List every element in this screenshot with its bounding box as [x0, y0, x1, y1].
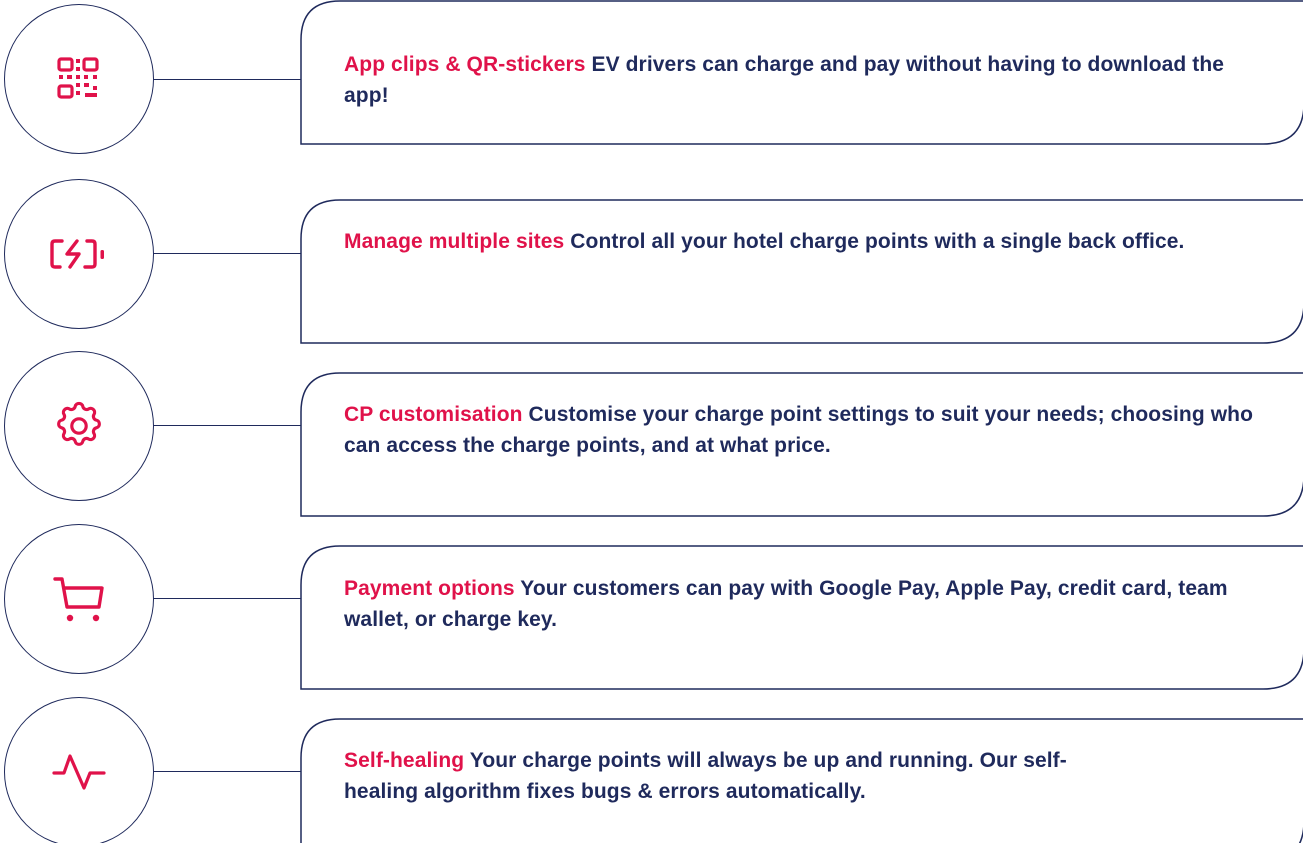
feature-icon-circle [4, 179, 154, 329]
feature-title: Self-healing [344, 749, 465, 772]
feature-title: App clips & QR-stickers [344, 53, 586, 76]
feature-icon-circle [4, 4, 154, 154]
battery-charging-icon [49, 234, 109, 274]
feature-title: CP customisation [344, 403, 523, 426]
feature-description: Control all your hotel charge points wit… [570, 230, 1185, 253]
feature-title: Payment options [344, 577, 515, 600]
feature-item-self-healing: Self-healing Your charge points will alw… [0, 691, 1303, 843]
connector-line [153, 79, 301, 80]
connector-line [153, 598, 301, 599]
feature-text: Manage multiple sites Control all your h… [344, 226, 1264, 257]
feature-text: CP customisation Customise your charge p… [344, 399, 1264, 461]
feature-icon-circle [4, 524, 154, 674]
connector-line [153, 253, 301, 254]
feature-card [300, 199, 1303, 344]
feature-item-payment-options: Payment options Your customers can pay w… [0, 518, 1303, 690]
features-page: App clips & QR-stickers EV drivers can c… [0, 0, 1303, 843]
feature-text: Payment options Your customers can pay w… [344, 573, 1264, 635]
feature-icon-circle [4, 697, 154, 843]
feature-text: App clips & QR-stickers EV drivers can c… [344, 49, 1264, 111]
connector-line [153, 425, 301, 426]
feature-item-manage-sites: Manage multiple sites Control all your h… [0, 173, 1303, 345]
feature-text: Self-healing Your charge points will alw… [344, 745, 1104, 807]
qr-code-icon [56, 56, 102, 102]
feature-title: Manage multiple sites [344, 230, 565, 253]
connector-line [153, 771, 301, 772]
shopping-cart-icon [53, 573, 105, 625]
gear-icon [52, 399, 106, 453]
feature-icon-circle [4, 351, 154, 501]
activity-pulse-icon [52, 752, 106, 792]
feature-item-cp-customisation: CP customisation Customise your charge p… [0, 345, 1303, 517]
feature-item-app-clips: App clips & QR-stickers EV drivers can c… [0, 0, 1303, 172]
